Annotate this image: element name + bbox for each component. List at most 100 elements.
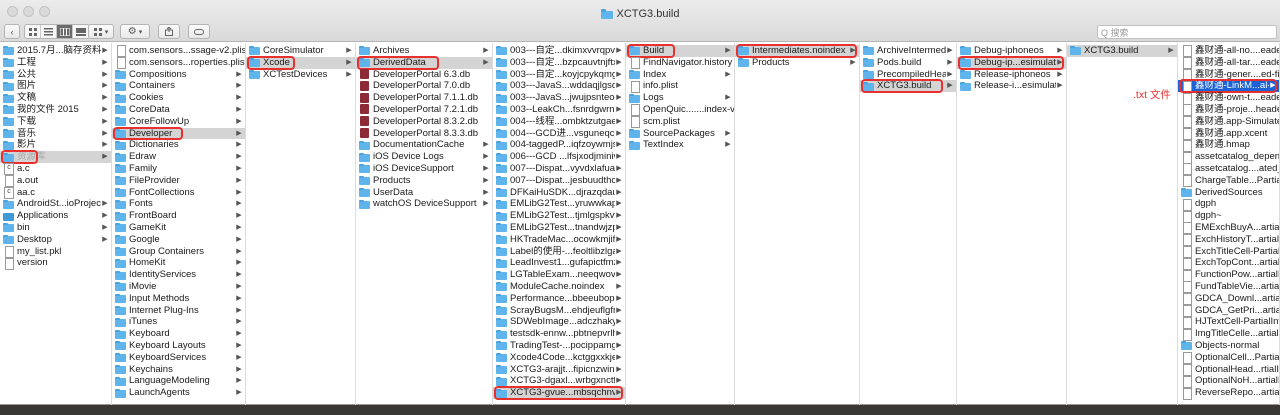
folder-row[interactable]: 003---自定...bzpcauvtnjftx ▶ [493,57,625,69]
folder-row[interactable]: Label的使用-...feoltlibzlgasq▶ [493,246,625,258]
folder-row[interactable]: Internet Plug-Ins ▶ [112,305,245,317]
folder-row[interactable]: HKTradeMac...ocowkmjifrvw▶ [493,234,625,246]
file-row[interactable]: DeveloperPortal 7.0.db [356,80,492,92]
file-row[interactable]: 鑫财通-proje...headers [1178,104,1279,117]
folder-row[interactable]: Dictionaries ▶ [112,139,245,151]
folder-row[interactable]: XCTG3-arajjt...fipicnzwingvl▶ [493,364,625,376]
search-field[interactable]: Q 搜索 [1097,25,1277,39]
file-row[interactable]: DeveloperPortal 7.1.1.db [356,92,492,104]
folder-row[interactable]: iMovie ▶ [112,281,245,293]
folder-row[interactable]: 003--LeakCh...fsnrdgwrnudq▶ [493,104,625,116]
folder-row[interactable]: Group Containers ▶ [112,246,245,258]
file-row[interactable]: assetcatalog....ated_inf [1178,163,1279,176]
browser-column-7[interactable]: Intermediates.noindex ▶ Products ▶ [735,43,860,405]
folder-row[interactable]: Xcode4Code...kctggxxkjetcv▶ [493,352,625,364]
folder-row[interactable]: LeadInvest1...gufapictfmzxz▶ [493,257,625,269]
folder-row[interactable]: Objects-normal [1178,340,1279,352]
folder-row[interactable]: Build ▶ [626,45,734,57]
folder-row[interactable]: iOS DeviceSupport ▶ [356,163,492,175]
folder-row[interactable]: Family ▶ [112,163,245,175]
group-by-button[interactable]: ▾ [88,24,114,39]
folder-row[interactable]: CoreSimulator ▶ [246,45,355,57]
folder-row[interactable]: 音乐 ▶ [0,128,111,140]
browser-column-11[interactable]: 鑫财通-all-no....eaders鑫财通-all-tar....eader… [1178,43,1280,405]
browser-column-5[interactable]: 003---自定...dkimxvvrqpvcll ▶ 003---自定...bzp… [493,43,626,405]
share-button[interactable] [158,24,180,39]
folder-row[interactable]: Index ▶ [626,69,734,81]
file-row[interactable]: 鑫财通.app-Simulated [1178,116,1279,129]
file-row[interactable]: GDCA_GetPri...artialInf [1178,305,1279,317]
folder-row[interactable]: Performance...bbeeubopegx▶ [493,293,625,305]
folder-row[interactable]: FrontBoard ▶ [112,210,245,222]
folder-row[interactable]: LanguageModeling ▶ [112,375,245,387]
folder-row[interactable]: KeyboardServices ▶ [112,352,245,364]
folder-row[interactable]: 影片 ▶ [0,139,111,151]
folder-row[interactable]: 003---JavaS...jwujpsnteoorx▶ [493,92,625,104]
folder-row[interactable]: testsdk-ennw...pbtnepvrlheu▶ [493,328,625,340]
folder-row[interactable]: Developer ▶ [112,127,245,140]
folder-row[interactable]: 文稿 ▶ [0,92,111,104]
folder-row[interactable]: Fonts ▶ [112,198,245,210]
file-row[interactable]: ExchTopCont...artialInf [1178,257,1279,270]
file-row[interactable]: a.c [0,163,111,176]
file-row[interactable]: 鑫财通.app.xcent [1178,128,1279,140]
file-row[interactable]: ReverseRepo...artialInf [1178,387,1279,400]
file-row[interactable]: FunctionPow...artialInf [1178,269,1279,282]
folder-row[interactable]: CoreFollowUp ▶ [112,116,245,128]
folder-row[interactable]: Intermediates.noindex ▶ [735,45,859,57]
folder-row[interactable]: 004---线程...ombktzutgaed ▶ [493,116,625,128]
file-row[interactable]: DeveloperPortal 8.3.3.db [356,128,492,140]
browser-column-6[interactable]: Build ▶ FindNavigator.history Index ▶ info.pl… [626,43,735,405]
folder-row[interactable]: XCTG3-dgaxl...wrbgxnctfnyr▶ [493,375,625,387]
file-row[interactable]: dgph [1178,198,1279,211]
browser-column-9[interactable]: Debug-iphoneos ▶ Debug-ip...esimulator ▶ Rel… [957,43,1067,405]
folder-row[interactable]: Release-iphoneos ▶ [957,69,1066,81]
folder-row[interactable]: iTunes ▶ [112,316,245,328]
folder-row[interactable]: 004-taggedP...iqfzoywmjsor ▶ [493,139,625,151]
browser-column-2[interactable]: com.sensors...ssage-v2.plist com.sensors.… [112,43,246,405]
file-row[interactable]: ExchHistoryT...artialInf [1178,234,1279,247]
folder-row[interactable]: ScrayBugsM...ehdjeuflgfrefv▶ [493,305,625,317]
folder-row[interactable]: IdentityServices ▶ [112,269,245,281]
folder-row[interactable]: PrecompiledHeaders▶ [860,69,956,81]
folder-row[interactable]: 资源库 ▶ [0,151,111,163]
folder-row[interactable]: bin ▶ [0,222,111,234]
file-row[interactable]: FundTableVie...artialInf [1178,281,1279,294]
folder-row[interactable]: HomeKit ▶ [112,257,245,269]
folder-row[interactable]: 004---GCD进...vsguneqculqj▶ [493,128,625,140]
folder-row[interactable]: EMLibG2Test...tnandwjzprrhi▶ [493,222,625,234]
folder-row[interactable]: FontCollections ▶ [112,187,245,199]
file-row[interactable]: DeveloperPortal 7.2.1.db [356,104,492,116]
browser-column-1[interactable]: 2015.7月...脑存资料 ▶ 工程 ▶ 公共 ▶ 图片 ▶ 文稿 ▶ 我的文件 2015 ▶ 下载 ▶… [0,43,112,405]
folder-row[interactable]: XCTG3.build ▶ [1067,45,1177,57]
folder-row[interactable]: 2015.7月...脑存资料 ▶ [0,45,111,57]
folder-row[interactable]: Applications ▶ [0,210,111,222]
file-row[interactable]: 鑫财通.hmap [1178,139,1279,152]
file-row[interactable]: OptionalNoH...artialInf [1178,375,1279,388]
folder-row[interactable]: 006---GCD ...lfsjxodjminivvc▶ [493,151,625,163]
file-row[interactable]: 鑫财通-LinkM...al-x86▶ [1178,80,1279,93]
folder-row[interactable]: XCTestDevices ▶ [246,69,355,81]
folder-row[interactable]: Cookies ▶ [112,92,245,104]
folder-row[interactable]: DocumentationCache ▶ [356,139,492,151]
folder-row[interactable]: Archives ▶ [356,45,492,57]
folder-row[interactable]: CoreData ▶ [112,104,245,116]
folder-row[interactable]: LGTableExam...neeqwovsjuty▶ [493,269,625,281]
file-row[interactable]: dgph~ [1178,210,1279,223]
browser-column-8[interactable]: ArchiveIntermediates▶Pods.build▶Precompi… [860,43,957,405]
folder-row[interactable]: DFKaiHuSDK...djrazqdauebht▶ [493,187,625,199]
file-row[interactable]: version [0,257,111,270]
folder-row[interactable]: DerivedSources [1178,187,1279,199]
folder-row[interactable]: Products ▶ [735,57,859,69]
folder-row[interactable]: Edraw ▶ [112,151,245,163]
icon-view-icon[interactable] [25,25,41,38]
file-row[interactable]: OpenQuic.......index-v1 [626,104,734,117]
folder-row[interactable]: Debug-ip...esimulator ▶ [957,56,1066,69]
folder-row[interactable]: 003---自定...dkimxvvrqpvcll ▶ [493,45,625,57]
browser-column-4[interactable]: Archives ▶ DerivedData ▶ DeveloperPortal 6.3… [356,43,493,405]
file-row[interactable]: 鑫财通-gener....ed-files [1178,69,1279,81]
list-view-icon[interactable] [41,25,57,38]
horizontal-scrollbar[interactable] [0,405,1280,415]
folder-row[interactable]: 我的文件 2015 ▶ [0,104,111,116]
folder-row[interactable]: LaunchAgents ▶ [112,387,245,399]
